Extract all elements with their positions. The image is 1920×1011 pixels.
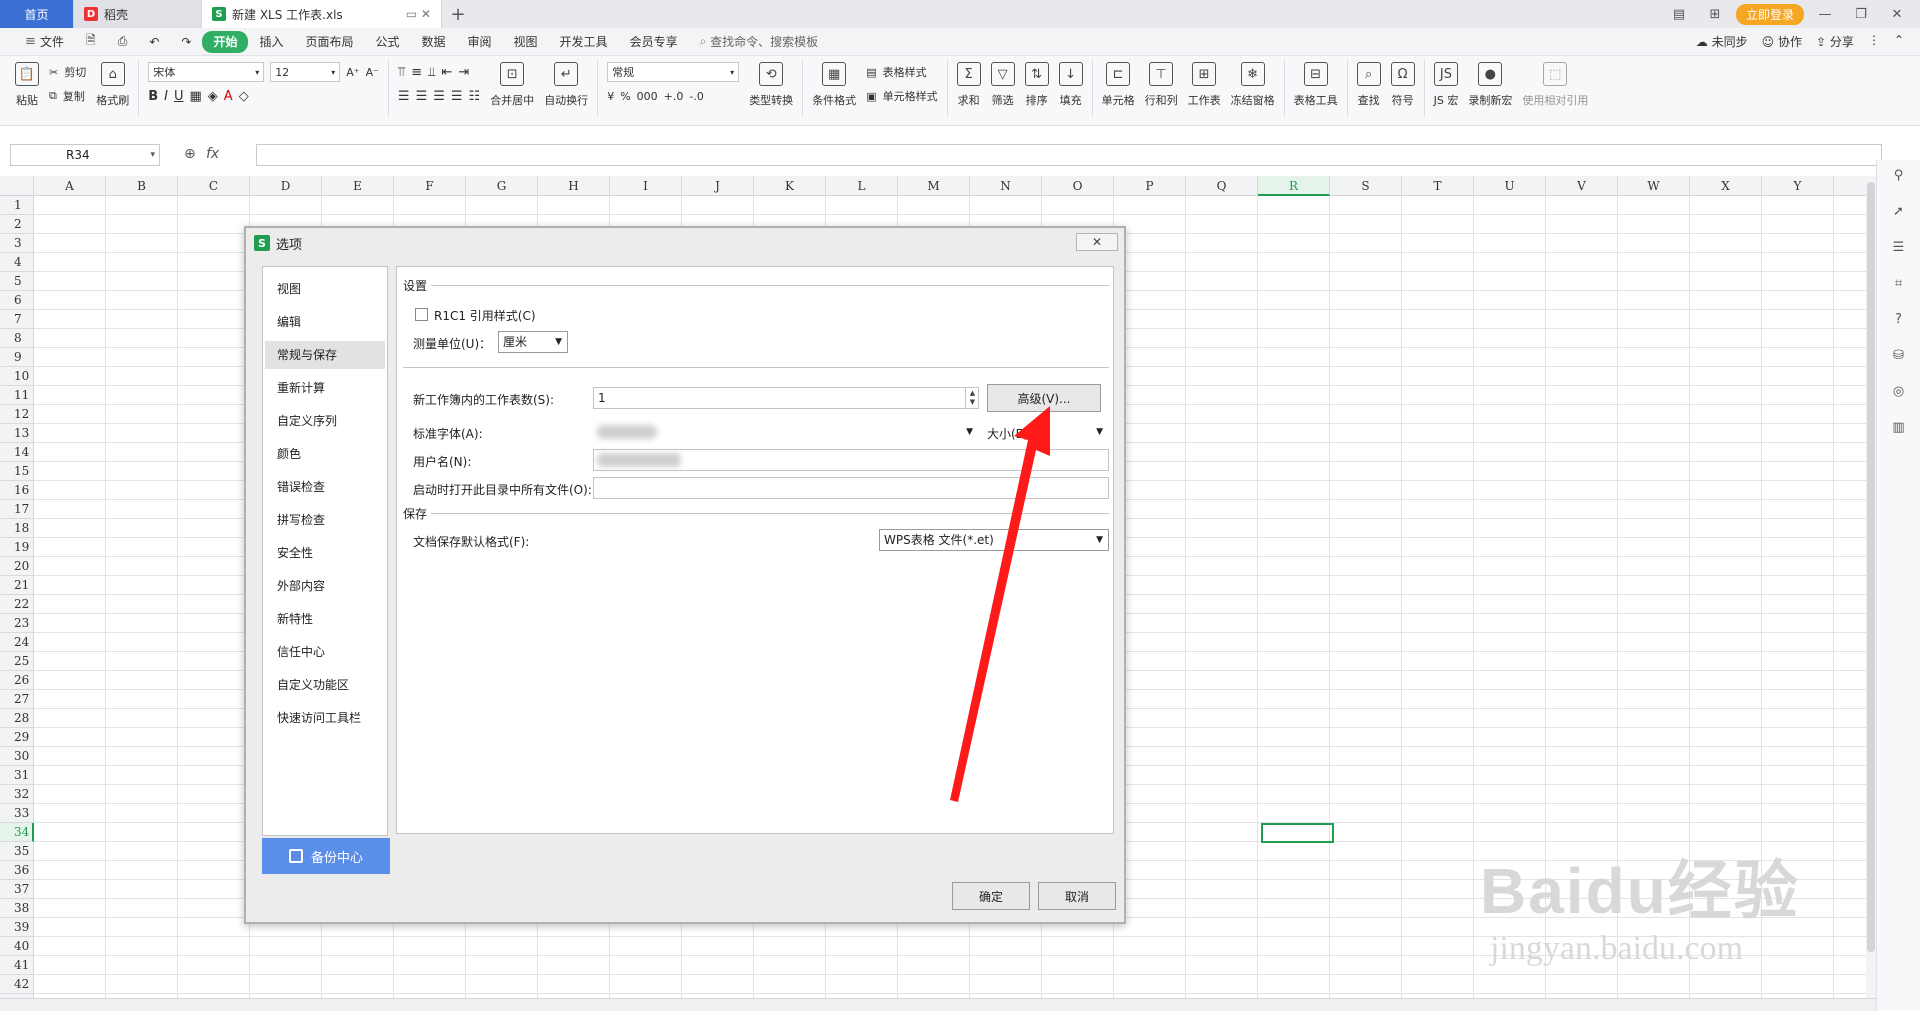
wps-window: { "tabs": [ {"label": "首页", "icon": "hom… xyxy=(0,0,1920,1011)
annotation-arrow xyxy=(950,406,1050,802)
arrow-shape xyxy=(950,406,1050,802)
